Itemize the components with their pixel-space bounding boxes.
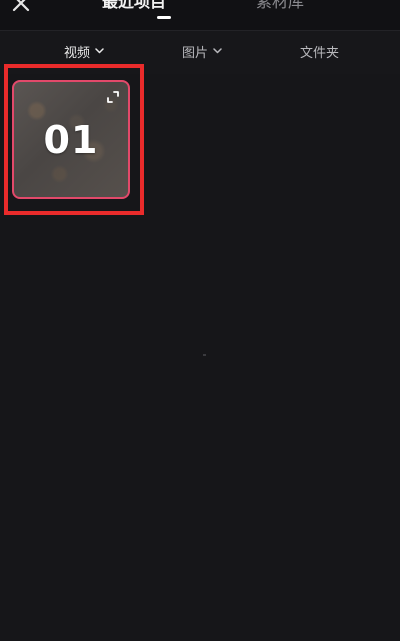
tab-recent-projects[interactable]: 最近项目 (102, 0, 166, 12)
recent-projects-screen: 最近项目 素材库 视频 图片 文件夹 01 (0, 0, 400, 641)
close-button[interactable] (10, 0, 32, 14)
active-tab-indicator (157, 16, 171, 19)
tab-label: 素材库 (256, 0, 305, 11)
chevron-down-icon (95, 48, 104, 54)
filter-label: 视频 (64, 45, 91, 61)
project-grid: 01 (0, 64, 400, 641)
filter-label: 图片 (182, 45, 209, 61)
filter-label: 文件夹 (300, 45, 340, 61)
top-header: 最近项目 素材库 (0, 0, 400, 30)
expand-icon[interactable] (106, 90, 120, 104)
tab-label: 最近项目 (102, 0, 167, 11)
chevron-down-icon (213, 48, 222, 54)
project-card[interactable]: 01 (12, 80, 130, 199)
tab-material-library[interactable]: 素材库 (256, 0, 304, 12)
close-icon (10, 0, 32, 14)
filter-video-dropdown[interactable]: 视频 (64, 40, 104, 62)
filter-image-dropdown[interactable]: 图片 (182, 40, 222, 62)
background-dot (203, 354, 206, 356)
filter-folder[interactable]: 文件夹 (300, 40, 339, 62)
